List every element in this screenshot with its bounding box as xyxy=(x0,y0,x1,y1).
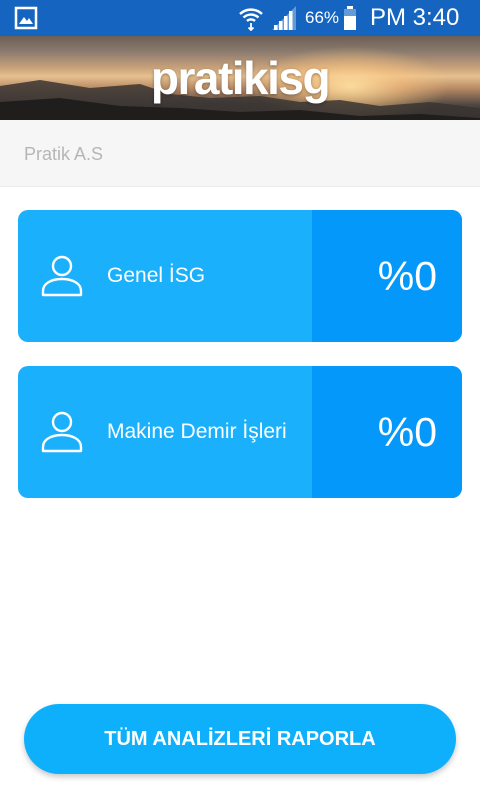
company-name: Pratik A.S xyxy=(24,144,104,164)
analysis-card-makine-demir-isleri[interactable]: Makine Demir İşleri %0 xyxy=(18,366,462,498)
status-bar: 66% PM 3:40 xyxy=(0,0,480,36)
card-label: Makine Demir İşleri xyxy=(107,420,287,443)
card-label: Genel İSG xyxy=(107,264,206,287)
header-banner: pratikisg xyxy=(0,36,480,120)
clock: PM 3:40 xyxy=(370,4,460,31)
person-icon xyxy=(41,411,83,453)
app-logo: pratikisg xyxy=(150,52,331,104)
battery-percent: 66% xyxy=(305,8,340,27)
analysis-card-genel-isg[interactable]: Genel İSG %0 xyxy=(18,210,462,342)
company-bar: Pratik A.S xyxy=(0,120,480,187)
gallery-icon xyxy=(14,6,38,30)
report-all-analyses-button[interactable]: TÜM ANALİZLERİ RAPORLA xyxy=(24,704,456,774)
person-icon xyxy=(41,255,83,297)
signal-icon xyxy=(272,6,296,30)
battery-icon xyxy=(344,6,356,30)
wifi-icon xyxy=(239,8,263,31)
card-percent: %0 xyxy=(377,253,437,299)
card-percent: %0 xyxy=(377,409,437,455)
